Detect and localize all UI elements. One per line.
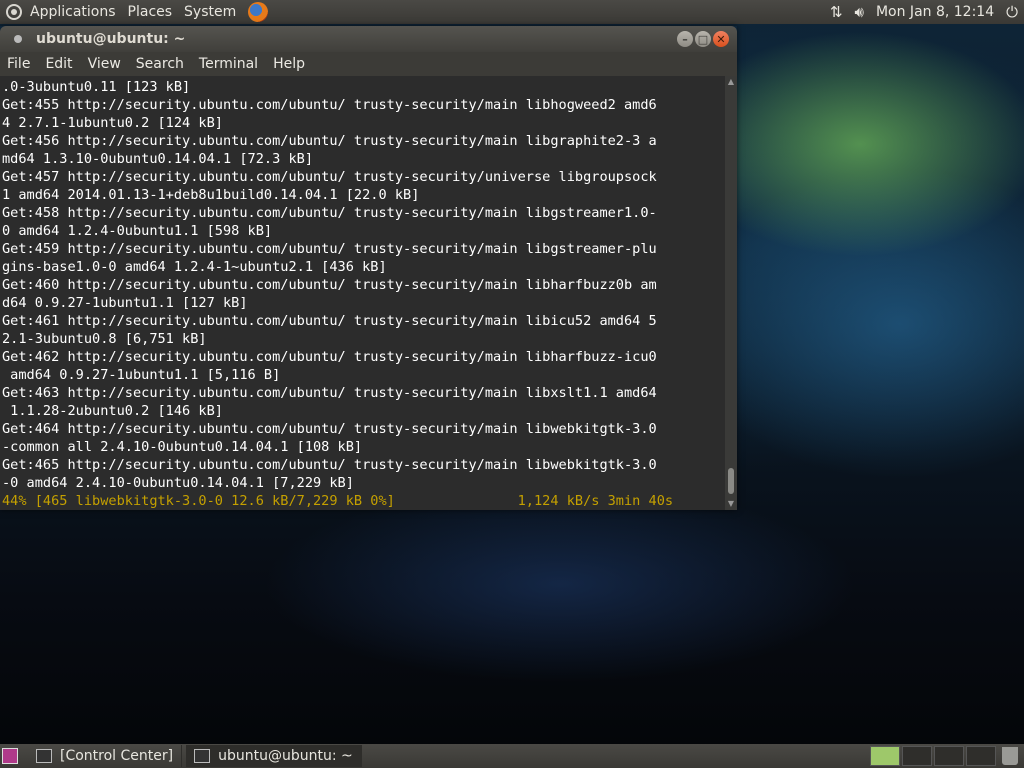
terminal-line: 1.1.28-2ubuntu0.2 [146 kB] (2, 403, 223, 419)
network-icon[interactable]: ⇅ (830, 3, 843, 21)
firefox-launcher-icon[interactable] (248, 2, 269, 22)
terminal-line: Get:461 http://security.ubuntu.com/ubunt… (2, 313, 657, 329)
task-label: ubuntu@ubuntu: ~ (218, 748, 353, 764)
scroll-thumb[interactable] (728, 468, 734, 494)
show-desktop-icon[interactable] (2, 748, 18, 764)
terminal-line: 1 amd64 2014.01.13-1+deb8u1build0.14.04.… (2, 187, 420, 203)
scroll-down-icon[interactable]: ▼ (727, 500, 735, 508)
terminal-line: Get:456 http://security.ubuntu.com/ubunt… (2, 133, 657, 149)
power-icon[interactable]: ⏻ (1006, 3, 1018, 21)
workspace-switcher (870, 746, 996, 766)
terminal-menubar: File Edit View Search Terminal Help (0, 52, 737, 76)
terminal-line: Get:462 http://security.ubuntu.com/ubunt… (2, 349, 657, 365)
menu-help[interactable]: Help (273, 56, 305, 72)
terminal-line: gins-base1.0-0 amd64 1.2.4-1~ubuntu2.1 [… (2, 259, 387, 275)
terminal-line: 0 amd64 1.2.4-0ubuntu1.1 [598 kB] (2, 223, 273, 239)
volume-icon[interactable]: 🔊︎ (855, 3, 864, 21)
task-terminal[interactable]: ubuntu@ubuntu: ~ (186, 745, 362, 767)
terminal-titlebar[interactable]: ubuntu@ubuntu: ~ – □ ✕ (0, 26, 737, 52)
workspace-2[interactable] (902, 746, 932, 766)
terminal-line: .0-3ubuntu0.11 [123 kB] (2, 79, 191, 95)
terminal-line: Get:464 http://security.ubuntu.com/ubunt… (2, 421, 657, 437)
menu-edit[interactable]: Edit (45, 56, 72, 72)
task-label: [Control Center] (60, 748, 174, 764)
menu-search[interactable]: Search (136, 56, 184, 72)
menu-system[interactable]: System (184, 4, 236, 20)
workspace-1[interactable] (870, 746, 900, 766)
clock[interactable]: Mon Jan 8, 12:14 (876, 4, 994, 20)
terminal-line: -0 amd64 2.4.10-0ubuntu0.14.04.1 [7,229 … (2, 475, 354, 491)
top-panel: Applications Places System ⇅ 🔊︎ Mon Jan … (0, 0, 1024, 24)
menu-terminal[interactable]: Terminal (199, 56, 258, 72)
menu-applications[interactable]: Applications (30, 4, 116, 20)
terminal-line: d64 0.9.27-1ubuntu1.1 [127 kB] (2, 295, 248, 311)
minimize-button[interactable]: – (677, 31, 693, 47)
terminal-line: Get:457 http://security.ubuntu.com/ubunt… (2, 169, 657, 185)
terminal-line: -common all 2.4.10-0ubuntu0.14.04.1 [108… (2, 439, 363, 455)
terminal-line: 4 2.7.1-1ubuntu0.2 [124 kB] (2, 115, 223, 131)
terminal-window: ubuntu@ubuntu: ~ – □ ✕ File Edit View Se… (0, 26, 737, 510)
terminal-line: amd64 0.9.27-1ubuntu1.1 [5,116 B] (2, 367, 281, 383)
menu-file[interactable]: File (7, 56, 30, 72)
terminal-line: Get:465 http://security.ubuntu.com/ubunt… (2, 457, 657, 473)
bottom-panel: [Control Center] ubuntu@ubuntu: ~ (0, 744, 1024, 768)
terminal-line: 2.1-3ubuntu0.8 [6,751 kB] (2, 331, 207, 347)
terminal-line: md64 1.3.10-0ubuntu0.14.04.1 [72.3 kB] (2, 151, 313, 167)
scroll-up-icon[interactable]: ▲ (727, 78, 735, 86)
close-button[interactable]: ✕ (713, 31, 729, 47)
window-title: ubuntu@ubuntu: ~ (36, 31, 186, 47)
terminal-scrollbar[interactable]: ▲ ▼ (725, 76, 737, 510)
workspace-4[interactable] (966, 746, 996, 766)
terminal-icon (194, 749, 211, 763)
terminal-line: Get:459 http://security.ubuntu.com/ubunt… (2, 241, 657, 257)
ubuntu-logo-icon[interactable] (6, 4, 22, 20)
task-control-center[interactable]: [Control Center] (28, 745, 183, 767)
terminal-line: Get:463 http://security.ubuntu.com/ubunt… (2, 385, 657, 401)
terminal-output[interactable]: .0-3ubuntu0.11 [123 kB] Get:455 http://se… (0, 76, 737, 510)
terminal-line: Get:455 http://security.ubuntu.com/ubunt… (2, 97, 657, 113)
terminal-text: .0-3ubuntu0.11 [123 kB] Get:455 http://se… (2, 78, 724, 492)
maximize-button[interactable]: □ (695, 31, 711, 47)
window-icon (14, 35, 22, 43)
terminal-line: Get:460 http://security.ubuntu.com/ubunt… (2, 277, 657, 293)
terminal-line: Get:458 http://security.ubuntu.com/ubunt… (2, 205, 657, 221)
progress-status-line: 44% [465 libwebkitgtk-3.0-0 12.6 kB/7,22… (2, 493, 674, 509)
menu-places[interactable]: Places (128, 4, 173, 20)
menu-view[interactable]: View (88, 56, 121, 72)
workspace-3[interactable] (934, 746, 964, 766)
control-center-icon (36, 749, 52, 763)
trash-icon[interactable] (1002, 747, 1018, 765)
